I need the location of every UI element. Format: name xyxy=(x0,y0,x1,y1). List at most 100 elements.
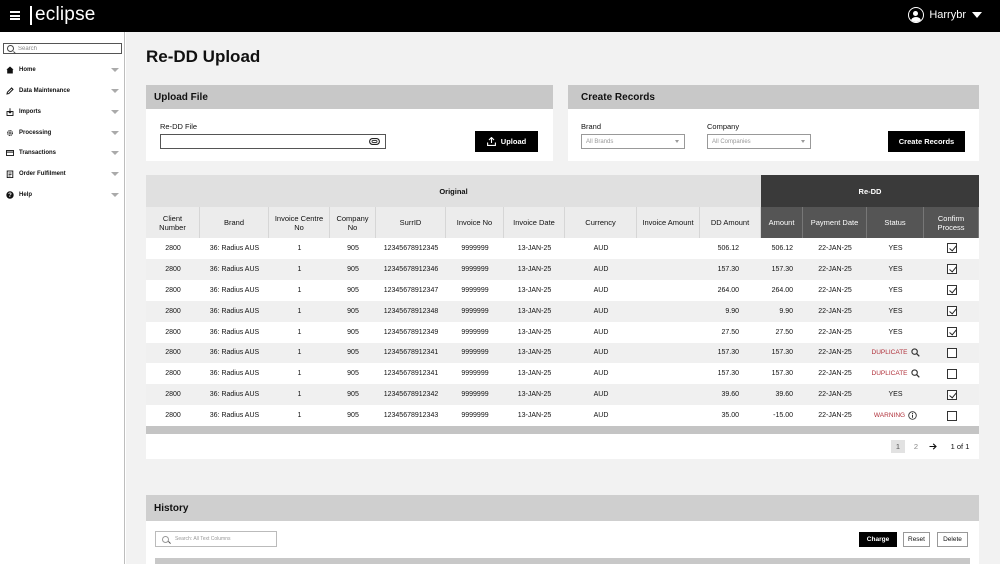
cell-inv: 9999999 xyxy=(461,244,489,252)
confirm-checkbox[interactable] xyxy=(946,243,957,254)
cell-company: 905 xyxy=(347,412,359,420)
cell-invamt xyxy=(637,322,700,343)
chevron-down-icon xyxy=(675,140,679,143)
cell-surr: 12345678912345 xyxy=(383,244,439,252)
cell-invamt xyxy=(637,405,700,426)
upload-button[interactable]: Upload xyxy=(475,131,538,152)
column-header-status[interactable]: Status xyxy=(867,207,924,238)
cell-client: 2800 xyxy=(165,349,181,357)
confirm-checkbox[interactable] xyxy=(946,264,957,275)
sidebar-item-help[interactable]: ? Help xyxy=(0,188,125,202)
confirm-checkbox[interactable] xyxy=(946,410,957,421)
cell-confirm xyxy=(924,343,979,364)
cell-date: 13-JAN-25 xyxy=(517,412,552,420)
sidebar-item-processing[interactable]: Processing xyxy=(0,126,125,140)
cell-invamt xyxy=(637,363,700,384)
confirm-checkbox[interactable] xyxy=(946,389,957,400)
chevron-down-icon xyxy=(111,193,119,197)
cell-surr: 12345678912346 xyxy=(383,265,439,273)
clipboard-icon xyxy=(5,169,15,179)
brand-select[interactable]: All Brands xyxy=(581,134,685,149)
reset-button[interactable]: Reset xyxy=(903,532,930,547)
cell-status: YES xyxy=(867,384,924,405)
cell-centre: 1 xyxy=(297,307,302,315)
cell-company: 905 xyxy=(347,391,359,399)
cell-inv: 9999999 xyxy=(461,286,489,294)
next-page-arrow-icon[interactable] xyxy=(927,440,939,453)
chevron-down-icon xyxy=(972,12,982,18)
status-text: YES xyxy=(888,244,903,252)
chevron-down-icon xyxy=(111,131,119,135)
cell-amt: 506.12 xyxy=(771,244,793,252)
cell-invamt xyxy=(637,280,700,301)
cell-cur: AUD xyxy=(593,307,609,315)
magnifier-icon[interactable] xyxy=(910,369,920,379)
delete-button[interactable]: Delete xyxy=(937,532,968,547)
status-text: YES xyxy=(888,265,903,273)
create-records-button[interactable]: Create Records xyxy=(888,131,965,152)
history-search[interactable]: Search: All Text Columns xyxy=(155,531,277,547)
group-header-original: Original xyxy=(146,175,761,207)
user-menu[interactable]: Harrybr xyxy=(908,7,982,23)
table-horizontal-scrollbar[interactable] xyxy=(146,426,979,434)
column-header-confirm-process[interactable]: Confirm Process xyxy=(924,207,979,238)
cell-surr: 12345678912342 xyxy=(383,391,439,399)
sidebar-item-home[interactable]: Home xyxy=(0,63,125,77)
sidebar-item-order-fulfilment[interactable]: Order Fulfilment xyxy=(0,167,125,181)
magnifier-icon[interactable] xyxy=(910,348,920,358)
confirm-checkbox[interactable] xyxy=(946,368,957,379)
upload-file-panel: Upload File Re-DD File Upload xyxy=(146,85,553,161)
column-header-currency[interactable]: Currency xyxy=(565,207,637,238)
column-header-surrid[interactable]: SurrID xyxy=(376,207,446,238)
column-header-dd-amount[interactable]: DD Amount xyxy=(700,207,761,238)
info-icon[interactable] xyxy=(908,411,917,420)
cell-pay: 22-JAN-25 xyxy=(818,328,852,336)
cell-status: DUPLICATE xyxy=(867,363,924,384)
user-avatar-icon xyxy=(908,7,925,23)
page-2-button[interactable]: 2 xyxy=(910,440,922,453)
history-panel: History Search: All Text Columns Charge … xyxy=(146,495,979,564)
import-icon xyxy=(5,107,15,117)
column-header-payment-date[interactable]: Payment Date xyxy=(803,207,867,238)
menu-icon[interactable] xyxy=(10,11,20,20)
column-header-invoice-date[interactable]: Invoice Date xyxy=(504,207,565,238)
cell-dd: 157.30 xyxy=(717,265,739,273)
column-header-invoice-centre-no[interactable]: Invoice Centre No xyxy=(269,207,330,238)
column-header-client-number[interactable]: Client Number xyxy=(146,207,200,238)
cell-brand: 36: Radius AUS xyxy=(209,412,260,420)
sidebar-item-label: Help xyxy=(19,192,33,198)
confirm-checkbox[interactable] xyxy=(946,327,957,338)
upload-button-label: Upload xyxy=(500,137,527,146)
sidebar-item-label: Order Fulfilment xyxy=(19,171,66,177)
cell-brand: 36: Radius AUS xyxy=(209,349,260,357)
re-dd-file-label: Re-DD File xyxy=(160,122,198,131)
company-select[interactable]: All Companies xyxy=(707,134,811,149)
column-header-brand[interactable]: Brand xyxy=(200,207,269,238)
re-dd-file-input[interactable] xyxy=(160,134,386,149)
page-1-button[interactable]: 1 xyxy=(891,440,905,453)
cell-centre: 1 xyxy=(297,412,302,420)
app-logo[interactable]: eclipse xyxy=(30,4,96,26)
sidebar-item-transactions[interactable]: Transactions xyxy=(0,146,125,160)
cell-date: 13-JAN-25 xyxy=(517,370,552,378)
paperclip-icon[interactable] xyxy=(369,138,380,145)
history-table-header xyxy=(155,558,970,564)
confirm-checkbox[interactable] xyxy=(946,347,957,358)
charge-button[interactable]: Charge xyxy=(859,532,897,547)
history-search-placeholder: Search: All Text Columns xyxy=(175,536,231,542)
confirm-checkbox[interactable] xyxy=(946,285,957,296)
sidebar-search[interactable] xyxy=(3,43,122,54)
column-header-invoice-no[interactable]: Invoice No xyxy=(446,207,504,238)
column-header-amount[interactable]: Amount xyxy=(761,207,803,238)
column-header-company-no[interactable]: Company No xyxy=(330,207,376,238)
sidebar-search-input[interactable] xyxy=(18,44,118,53)
main-content: Re-DD Upload Upload File Re-DD File Uplo… xyxy=(126,32,1000,564)
confirm-checkbox[interactable] xyxy=(946,306,957,317)
cell-invamt xyxy=(637,301,700,322)
search-icon xyxy=(7,45,14,52)
sidebar-item-imports[interactable]: Imports xyxy=(0,105,125,119)
cell-date: 13-JAN-25 xyxy=(517,307,552,315)
cell-status: YES xyxy=(867,259,924,280)
column-header-invoice-amount[interactable]: Invoice Amount xyxy=(637,207,700,238)
sidebar-item-data-maintenance[interactable]: Data Maintenance xyxy=(0,84,125,98)
